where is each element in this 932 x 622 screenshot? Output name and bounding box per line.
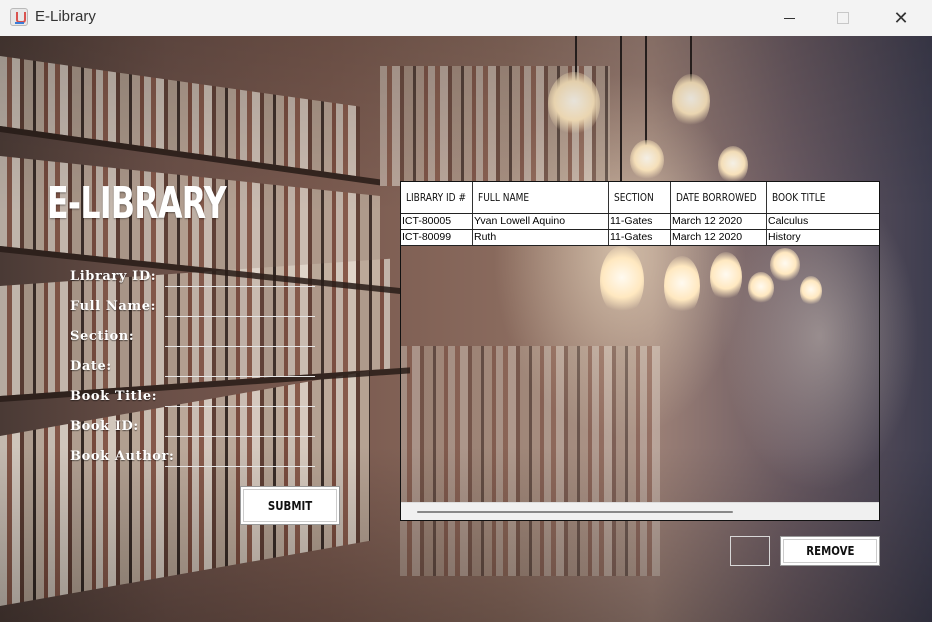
- book-id-input[interactable]: [165, 417, 315, 437]
- column-header-book-title[interactable]: BOOK TITLE: [767, 182, 879, 213]
- library-id-row: Library ID:: [70, 267, 320, 291]
- section-label: Section:: [70, 329, 135, 344]
- title-bar: E-Library ✕: [0, 0, 932, 36]
- close-icon: ✕: [893, 7, 909, 29]
- table-cell: ICT-80099: [401, 230, 473, 245]
- table-header: LIBRARY ID # FULL NAME SECTION DATE BORR…: [401, 182, 879, 214]
- column-header-section[interactable]: SECTION: [609, 182, 671, 213]
- table-cell: ICT-80005: [401, 214, 473, 229]
- java-cup-icon: [10, 8, 28, 26]
- remove-id-input[interactable]: [730, 536, 770, 566]
- horizontal-scrollbar[interactable]: [401, 502, 879, 520]
- remove-button-label: REMOVE: [805, 544, 855, 558]
- minimize-button[interactable]: [766, 0, 812, 36]
- book-id-row: Book ID:: [70, 417, 320, 441]
- table-cell: March 12 2020: [671, 214, 767, 229]
- column-header-library-id[interactable]: LIBRARY ID #: [401, 182, 473, 213]
- app-heading: E-LIBRARY: [47, 178, 227, 229]
- remove-button[interactable]: REMOVE: [780, 536, 880, 566]
- table-body: ICT-80005 Yvan Lowell Aquino 11-Gates Ma…: [401, 214, 879, 246]
- book-author-row: Book Author:: [70, 447, 320, 471]
- full-name-row: Full Name:: [70, 297, 320, 321]
- full-name-label: Full Name:: [70, 299, 156, 314]
- section-row: Section:: [70, 327, 320, 351]
- library-id-input[interactable]: [165, 267, 315, 287]
- app-window: E-Library ✕ E-LIBRARY Library ID: Full N…: [0, 0, 932, 622]
- table-cell: Yvan Lowell Aquino: [473, 214, 609, 229]
- table-cell: 11-Gates: [609, 230, 671, 245]
- borrow-records-table[interactable]: LIBRARY ID # FULL NAME SECTION DATE BORR…: [400, 181, 880, 521]
- full-name-input[interactable]: [165, 297, 315, 317]
- window-title: E-Library: [35, 8, 96, 25]
- maximize-icon: [837, 12, 849, 24]
- table-cell: March 12 2020: [671, 230, 767, 245]
- maximize-button[interactable]: [820, 0, 866, 36]
- table-cell: History: [768, 231, 801, 243]
- column-header-full-name[interactable]: FULL NAME: [473, 182, 609, 213]
- table-cell: Ruth: [473, 230, 609, 245]
- scrollbar-thumb[interactable]: [417, 511, 733, 513]
- close-button[interactable]: ✕: [878, 0, 924, 36]
- date-input[interactable]: [165, 357, 315, 377]
- book-author-input[interactable]: [165, 447, 315, 467]
- table-cell: 11-Gates: [609, 214, 671, 229]
- library-id-label: Library ID:: [70, 269, 157, 284]
- minimize-icon: [783, 17, 795, 19]
- submit-button-label: SUBMIT: [267, 498, 313, 513]
- book-title-input[interactable]: [165, 387, 315, 407]
- submit-button[interactable]: SUBMIT: [240, 486, 340, 525]
- table-row[interactable]: ICT-80099 Ruth 11-Gates March 12 2020 Hi…: [401, 230, 879, 246]
- book-title-row: Book Title:: [70, 387, 320, 411]
- section-input[interactable]: [165, 327, 315, 347]
- book-author-label: Book Author:: [70, 449, 175, 464]
- table-row[interactable]: ICT-80005 Yvan Lowell Aquino 11-Gates Ma…: [401, 214, 879, 230]
- table-cell: Calculus: [768, 215, 809, 227]
- book-id-label: Book ID:: [70, 419, 139, 434]
- date-row: Date:: [70, 357, 320, 381]
- column-header-date-borrowed[interactable]: DATE BORROWED: [671, 182, 767, 213]
- date-label: Date:: [70, 359, 112, 374]
- book-title-label: Book Title:: [70, 389, 158, 404]
